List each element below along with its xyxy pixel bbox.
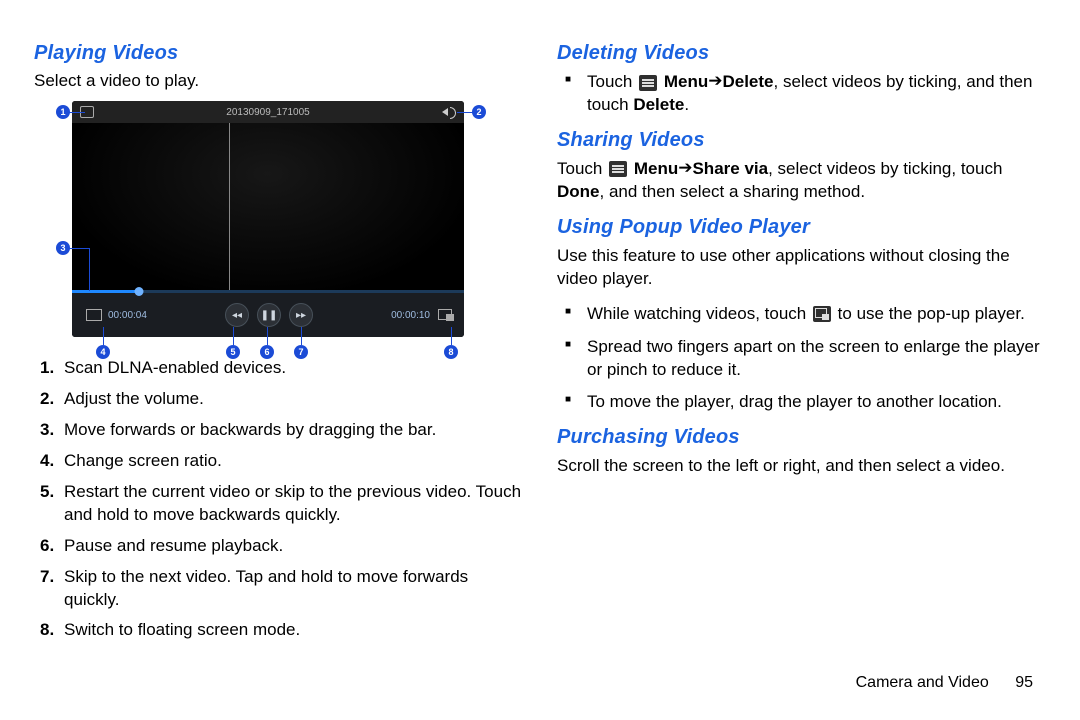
- left-column: Playing Videos Select a video to play. 2…: [34, 40, 523, 650]
- callout-2: 2: [472, 105, 486, 119]
- delete-instruction: Touch Menu ➔ Delete, select videos by ti…: [557, 71, 1046, 117]
- list-item: 2.Adjust the volume.: [34, 388, 523, 411]
- time-current: 00:00:04: [108, 310, 147, 321]
- menu-icon: [639, 75, 657, 91]
- list-item: 4.Change screen ratio.: [34, 450, 523, 473]
- seek-bar: [72, 290, 464, 293]
- list-item: 3.Move forwards or backwards by dragging…: [34, 419, 523, 442]
- prev-button-icon: ◂◂: [225, 303, 249, 327]
- page-footer: Camera and Video 95: [856, 674, 1033, 692]
- list-item: 8.Switch to floating screen mode.: [34, 619, 523, 642]
- pause-button-icon: ❚❚: [257, 303, 281, 327]
- heading-playing-videos: Playing Videos: [34, 42, 523, 65]
- popup-bullet-3: To move the player, drag the player to a…: [557, 391, 1046, 414]
- list-item: 5.Restart the current video or skip to t…: [34, 481, 523, 527]
- list-item: 7.Skip to the next video. Tap and hold t…: [34, 566, 523, 612]
- heading-deleting-videos: Deleting Videos: [557, 42, 1046, 65]
- callout-3: 3: [56, 241, 70, 255]
- next-button-icon: ▸▸: [289, 303, 313, 327]
- floating-mode-icon: [438, 309, 454, 321]
- heading-sharing-videos: Sharing Videos: [557, 129, 1046, 152]
- video-title: 20130909_171005: [226, 107, 309, 118]
- popup-bullet-1: While watching videos, touch to use the …: [557, 303, 1046, 326]
- heading-popup-player: Using Popup Video Player: [557, 216, 1046, 239]
- time-total: 00:00:10: [391, 310, 430, 321]
- footer-section: Camera and Video: [856, 674, 989, 691]
- popup-icon: [813, 306, 831, 322]
- intro-text: Select a video to play.: [34, 71, 523, 91]
- purchase-text: Scroll the screen to the left or right, …: [557, 455, 1046, 478]
- popup-intro: Use this feature to use other applicatio…: [557, 245, 1046, 291]
- video-player-figure: 20130909_171005 00:00:04 ◂◂ ❚❚ ▸▸: [56, 101, 486, 337]
- callout-list: 1.Scan DLNA-enabled devices. 2.Adjust th…: [34, 357, 523, 642]
- list-item: 6.Pause and resume playback.: [34, 535, 523, 558]
- callout-1: 1: [56, 105, 70, 119]
- popup-bullet-2: Spread two fingers apart on the screen t…: [557, 336, 1046, 382]
- volume-icon: [442, 106, 456, 118]
- right-column: Deleting Videos Touch Menu ➔ Delete, sel…: [557, 40, 1046, 650]
- menu-icon: [609, 161, 627, 177]
- screen-ratio-icon: [86, 309, 102, 321]
- heading-purchasing-videos: Purchasing Videos: [557, 426, 1046, 449]
- video-player: 20130909_171005 00:00:04 ◂◂ ❚❚ ▸▸: [72, 101, 464, 337]
- footer-page: 95: [1015, 674, 1033, 691]
- list-item: 1.Scan DLNA-enabled devices.: [34, 357, 523, 380]
- share-instruction: Touch Menu ➔ Share via, select videos by…: [557, 158, 1046, 204]
